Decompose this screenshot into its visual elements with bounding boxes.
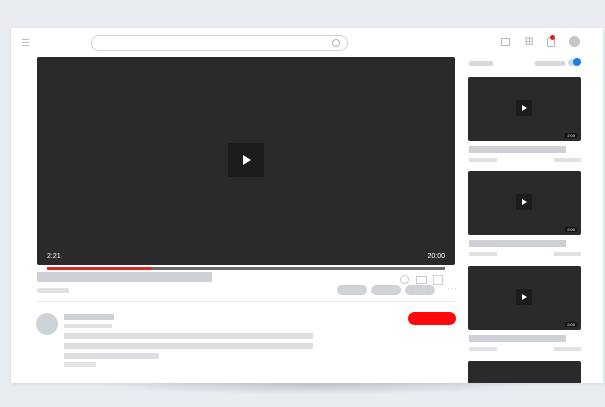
recommended-video-channel — [469, 158, 497, 162]
recommended-video-meta — [554, 158, 581, 162]
channel-name-placeholder[interactable] — [64, 314, 114, 320]
search-icon[interactable] — [332, 39, 340, 47]
share-button[interactable] — [371, 285, 401, 295]
duration-badge: 2:00 — [565, 322, 577, 327]
recommended-video-channel — [469, 252, 497, 256]
progress-bar[interactable] — [47, 267, 445, 270]
recommended-video-channel — [469, 347, 497, 351]
description-line — [64, 343, 313, 349]
subscriber-count-placeholder — [64, 324, 112, 328]
divider — [37, 301, 455, 302]
toggle-knob — [573, 58, 581, 66]
gear-icon[interactable] — [400, 275, 409, 284]
browser-window: 2:21 20:00 ··· 2:00 2:00 2:00 — [11, 28, 603, 383]
total-time: 20:00 — [427, 253, 445, 260]
like-button[interactable] — [337, 285, 367, 295]
duration-badge: 2:00 — [565, 227, 577, 232]
fullscreen-icon[interactable] — [433, 275, 443, 285]
subscribe-button[interactable] — [408, 312, 456, 325]
user-avatar[interactable] — [569, 36, 580, 47]
up-next-label-placeholder — [469, 61, 493, 66]
recommended-video-title[interactable] — [469, 335, 566, 342]
notification-badge — [550, 35, 555, 40]
recommended-video-title[interactable] — [469, 240, 566, 247]
play-icon — [516, 289, 532, 305]
view-count-placeholder — [37, 288, 69, 293]
recommended-video-thumbnail[interactable] — [468, 361, 581, 383]
play-icon[interactable] — [228, 143, 264, 177]
recommended-video-thumbnail[interactable]: 2:00 — [468, 266, 581, 330]
video-player[interactable]: 2:21 20:00 — [37, 57, 455, 306]
autoplay-label-placeholder — [535, 61, 565, 66]
apps-grid-icon[interactable] — [525, 37, 533, 45]
show-more-placeholder[interactable] — [64, 362, 96, 367]
channel-avatar[interactable] — [36, 313, 58, 335]
search-input[interactable] — [91, 35, 348, 51]
description-line — [64, 333, 313, 339]
progress-fill — [47, 267, 153, 270]
current-time: 2:21 — [47, 253, 61, 260]
duration-badge: 2:00 — [565, 133, 577, 138]
recommended-video-thumbnail[interactable]: 2:00 — [468, 77, 581, 141]
autoplay-toggle[interactable] — [568, 58, 581, 66]
menu-icon[interactable] — [22, 39, 29, 46]
play-icon — [516, 194, 532, 210]
recommended-video-thumbnail[interactable]: 2:00 — [468, 171, 581, 235]
more-horizontal-icon[interactable]: ··· — [447, 285, 458, 293]
video-camera-icon[interactable] — [501, 38, 510, 46]
recommended-video-meta — [554, 252, 581, 256]
save-button[interactable] — [405, 285, 435, 295]
video-title-placeholder — [37, 272, 212, 282]
theater-mode-icon[interactable] — [416, 276, 427, 284]
play-icon — [516, 100, 532, 116]
recommended-video-meta — [554, 347, 581, 351]
description-line — [64, 353, 159, 359]
recommended-video-title[interactable] — [469, 146, 566, 153]
